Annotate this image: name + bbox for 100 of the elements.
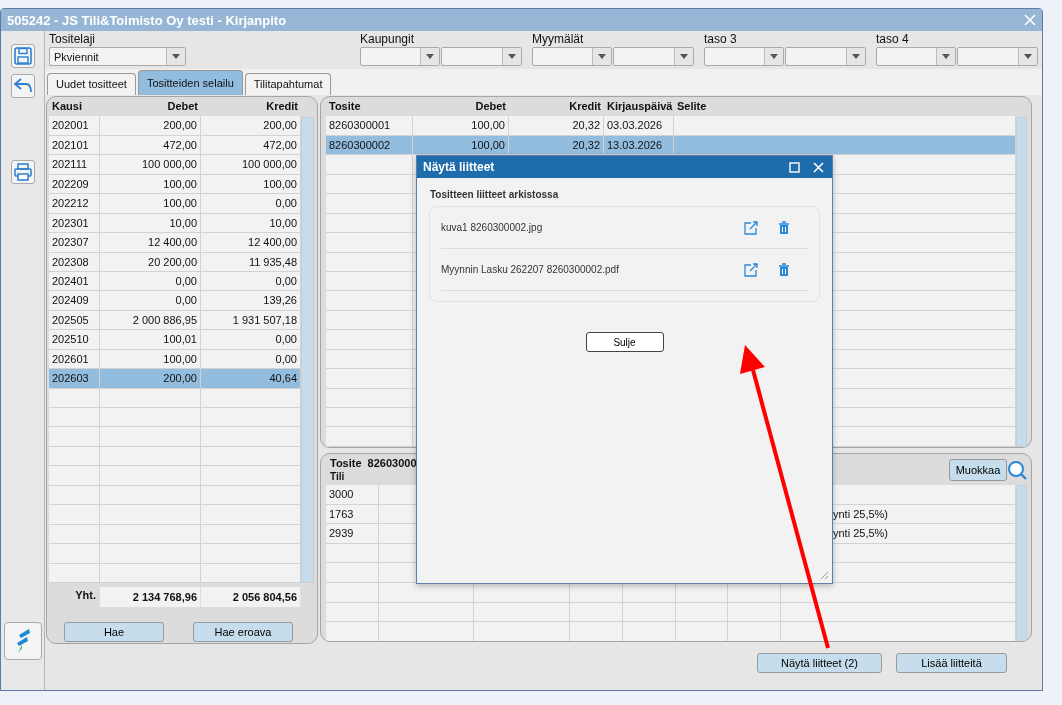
total-value: 2 056 804,56	[201, 586, 301, 607]
column-header[interactable]: Debet	[100, 97, 201, 117]
window-title: 505242 - JS Tili&Toimisto Oy testi - Kirjanpito	[7, 12, 287, 28]
dropdown-field[interactable]	[876, 47, 956, 66]
table-cell: 472,00	[100, 135, 201, 156]
save-button[interactable]	[10, 44, 35, 68]
section-heading: Tositteen liitteet arkistossa	[430, 189, 560, 200]
table-cell[interactable]: 202603	[49, 369, 100, 389]
dropdown-field[interactable]	[704, 47, 784, 66]
table-cell[interactable]: 8260300001	[326, 116, 413, 136]
dropdown-field[interactable]	[957, 47, 1038, 66]
column-header[interactable]: Kredit	[509, 97, 604, 117]
open-external-icon[interactable]	[744, 220, 758, 235]
table-cell[interactable]: 8260300002	[326, 135, 413, 156]
caret-icon	[172, 54, 180, 59]
scrollbar[interactable]	[1016, 117, 1027, 447]
edit-button[interactable]: Muokkaa	[949, 458, 1007, 481]
column-header[interactable]: Kausi	[49, 97, 100, 117]
table-cell[interactable]: 202001	[49, 116, 100, 136]
table-cell[interactable]: 202601	[49, 349, 100, 370]
table-cell: 3000	[326, 485, 379, 505]
dropdown-field[interactable]	[613, 47, 694, 66]
caret-icon	[598, 54, 606, 59]
trash-icon[interactable]	[778, 220, 790, 235]
open-external-icon[interactable]	[744, 262, 758, 277]
scrollbar[interactable]	[1016, 485, 1027, 641]
dropdown-field[interactable]	[532, 47, 612, 66]
table-cell: 2 000 886,95	[100, 310, 201, 331]
table-cell: 200,00	[100, 116, 201, 136]
field-label: Kaupungit	[360, 31, 416, 47]
table-cell: 0,00	[201, 271, 301, 292]
table-cell[interactable]: 202101	[49, 135, 100, 156]
caret-icon	[942, 54, 950, 59]
field-label: taso 3	[704, 31, 738, 47]
print-button[interactable]	[10, 160, 35, 184]
field-label: Tositelaji	[49, 31, 97, 47]
table-cell[interactable]: 202301	[49, 213, 100, 234]
total-value: 2 134 768,96	[100, 586, 201, 607]
field-label: taso 4	[876, 31, 910, 47]
table-cell: 100,00	[201, 174, 301, 195]
table-cell: 100,00	[413, 116, 509, 136]
table-cell: 03.03.2026	[604, 116, 674, 136]
table-cell: 13.03.2026	[604, 135, 674, 156]
table-cell[interactable]: 202510	[49, 330, 100, 350]
search-icon[interactable]	[1007, 459, 1027, 480]
scrollbar[interactable]	[301, 117, 314, 583]
table-cell: 100 000,00	[201, 155, 301, 175]
table-cell: 10,00	[100, 213, 201, 234]
attachment-name[interactable]: kuva1 8260300002.jpg	[441, 222, 724, 233]
close-button[interactable]: Sulje	[585, 332, 664, 352]
table-cell: 10,00	[201, 213, 301, 234]
column-header[interactable]: Debet	[413, 97, 509, 117]
table-cell: 100 000,00	[100, 155, 201, 175]
dropdown-field[interactable]	[785, 47, 866, 66]
close-icon[interactable]	[813, 161, 824, 173]
table-cell: 1 931 507,18	[201, 310, 301, 331]
dropdown-field[interactable]	[441, 47, 522, 66]
field-label: Tosite	[330, 455, 362, 470]
table-cell: 139,26	[201, 291, 301, 311]
table-cell[interactable]: 202409	[49, 291, 100, 311]
table-cell[interactable]: 202505	[49, 310, 100, 331]
search-button[interactable]: Hae	[64, 621, 164, 642]
column-header[interactable]: Kredit	[201, 97, 301, 117]
table-cell[interactable]: 202308	[49, 252, 100, 272]
column-header[interactable]: Selite	[674, 97, 1016, 117]
table-cell: 100,00	[100, 174, 201, 195]
search-button[interactable]: Hae eroava	[193, 621, 293, 642]
undo-button[interactable]	[10, 74, 35, 98]
dropdown-field[interactable]: Pkviennit	[49, 47, 186, 66]
column-header[interactable]: Kirjauspäivä	[604, 97, 674, 117]
undo-arrow-icon	[12, 77, 33, 95]
voucher-number: 82603000	[367, 455, 417, 470]
dropdown-field[interactable]	[360, 47, 440, 66]
tab[interactable]: Uudet tositteet	[47, 73, 136, 95]
column-header: Tili	[330, 469, 346, 484]
logo-button[interactable]	[3, 622, 42, 660]
table-cell: 100,00	[100, 194, 201, 214]
tab[interactable]: Tilitapahtumat	[244, 73, 332, 95]
table-cell: 11 935,48	[201, 252, 301, 272]
table-cell[interactable]: 202307	[49, 233, 100, 253]
resize-grip-icon[interactable]	[819, 570, 829, 580]
caret-icon	[426, 54, 434, 59]
printer-icon	[12, 162, 33, 182]
tab[interactable]: Tositteiden selailu	[137, 70, 243, 95]
add-attachments-button[interactable]: Lisää liitteitä	[896, 653, 1007, 673]
field-label: Myymälät	[532, 31, 585, 47]
maximize-icon[interactable]	[789, 161, 800, 173]
table-cell: 100,00	[100, 349, 201, 370]
table-cell[interactable]: 202401	[49, 271, 100, 292]
attachment-name[interactable]: Myynnin Lasku 262207 8260300002.pdf	[441, 264, 724, 275]
table-cell[interactable]: 202212	[49, 194, 100, 214]
column-header[interactable]: Tosite	[326, 97, 413, 117]
show-attachments-button[interactable]: Näytä liitteet (2)	[757, 653, 882, 673]
caret-icon	[508, 54, 516, 59]
trash-icon[interactable]	[778, 262, 790, 277]
caret-icon	[1024, 54, 1032, 59]
table-cell: 40,64	[201, 369, 301, 389]
table-cell: 100,01	[100, 330, 201, 350]
table-cell[interactable]: 202111	[49, 155, 100, 175]
table-cell[interactable]: 202209	[49, 174, 100, 195]
